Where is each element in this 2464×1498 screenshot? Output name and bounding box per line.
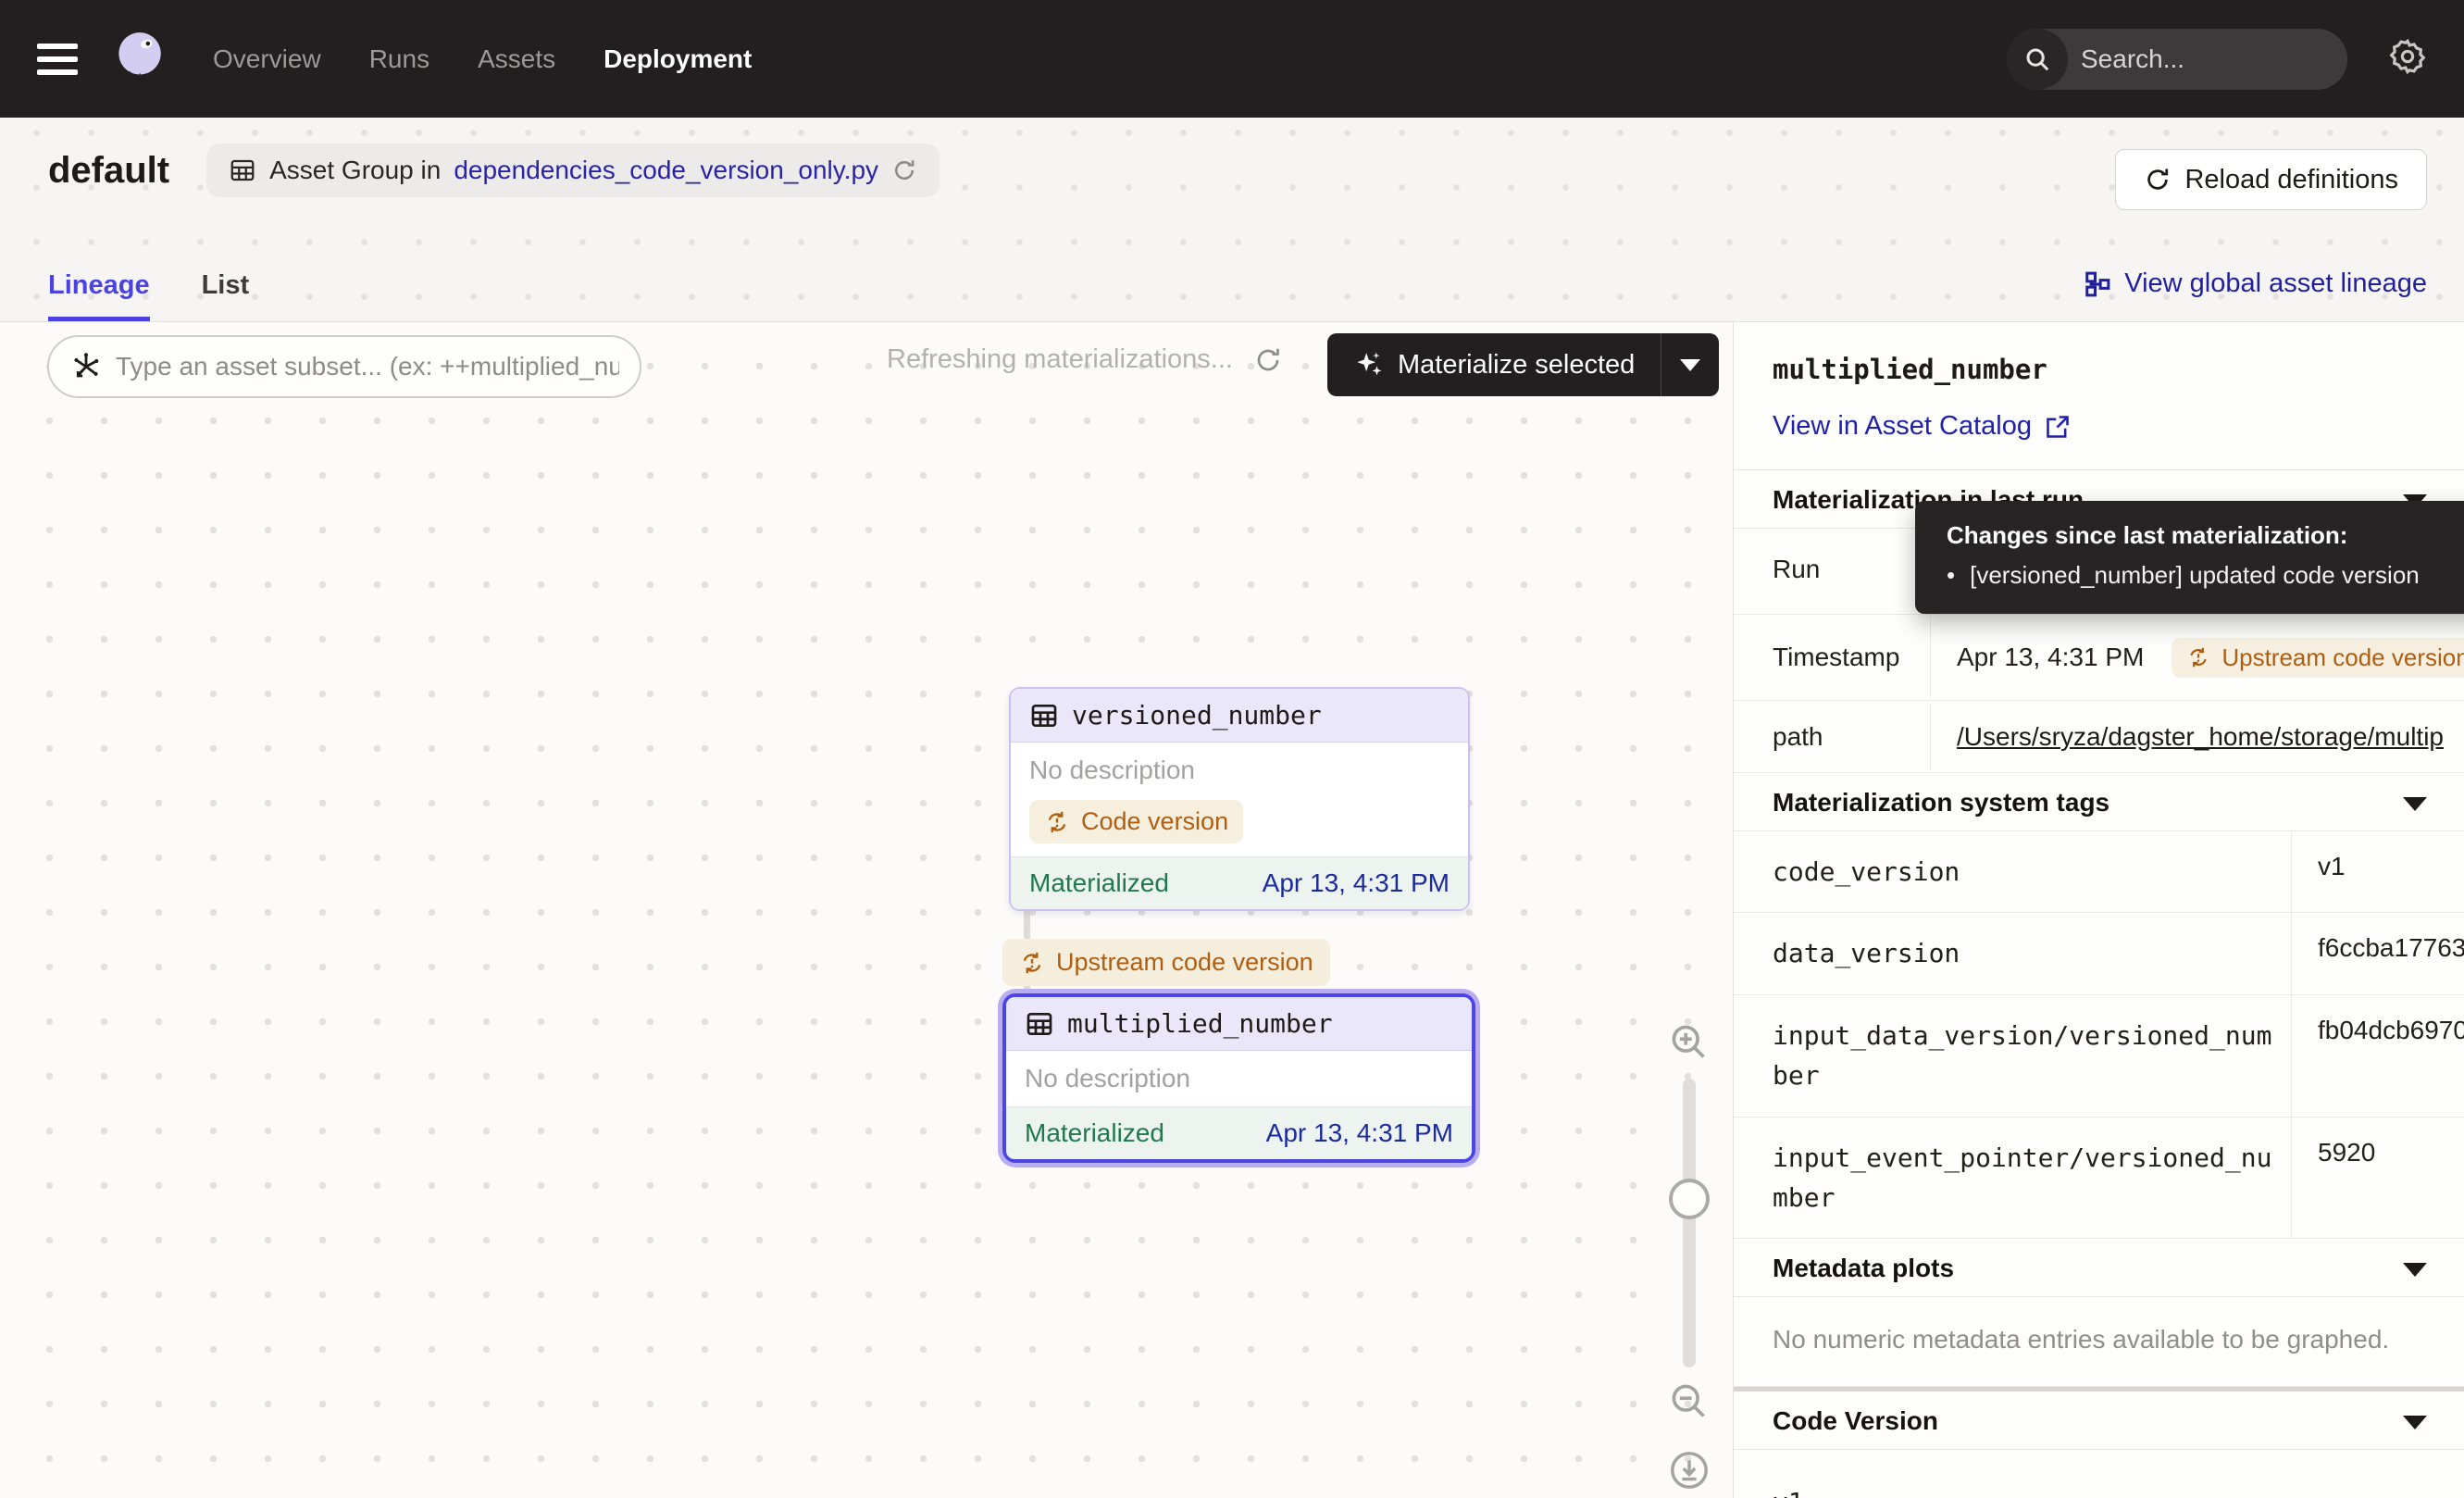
panel-asset-title: multiplied_number xyxy=(1773,354,2429,385)
refresh-materializations-icon[interactable] xyxy=(1253,345,1283,375)
refresh-icon xyxy=(2144,166,2172,193)
upstream-code-version-tag[interactable]: Upstream code version xyxy=(1002,939,1330,986)
nav-item-deployment[interactable]: Deployment xyxy=(604,44,752,74)
changes-tooltip: Changes since last materialization: • [v… xyxy=(1915,501,2464,614)
materialized-status: Materialized xyxy=(1025,1118,1164,1148)
table-row: data_version f6ccba177638 xyxy=(1734,913,2464,994)
nav-items: Overview Runs Assets Deployment xyxy=(213,44,752,74)
materialize-split-button: Materialize selected xyxy=(1327,333,1719,396)
timestamp-value: Apr 13, 4:31 PM xyxy=(1957,643,2144,672)
materialize-selected-button[interactable]: Materialize selected xyxy=(1327,333,1661,396)
code-version-changed-icon xyxy=(2186,645,2210,669)
code-version-value: v1 xyxy=(1734,1450,2464,1498)
asset-group-badge-text: Asset Group in xyxy=(269,156,441,185)
section-code-version[interactable]: Code Version xyxy=(1734,1392,2464,1450)
storage-path-link[interactable]: /Users/sryza/dagster_home/storage/multip xyxy=(1957,722,2444,752)
search-icon xyxy=(2007,29,2068,90)
table-row: code_version v1 xyxy=(1734,831,2464,913)
code-version-tag[interactable]: Code version xyxy=(1029,800,1243,843)
asset-description: No description xyxy=(1025,1064,1453,1093)
code-file-link[interactable]: dependencies_code_version_only.py xyxy=(454,156,878,185)
table-row: input_data_version/versioned_number fb04… xyxy=(1734,995,2464,1117)
sparkle-icon xyxy=(1353,349,1385,381)
top-nav: Overview Runs Assets Deployment / xyxy=(0,0,2464,118)
table-grid-icon xyxy=(229,156,256,184)
search-box[interactable]: / xyxy=(2007,29,2347,90)
materialized-timestamp: Apr 13, 4:31 PM xyxy=(1263,868,1450,898)
asset-description: No description xyxy=(1029,755,1450,785)
zoom-out-icon[interactable] xyxy=(1668,1380,1709,1426)
asset-name: multiplied_number xyxy=(1067,1008,1333,1039)
settings-gear-icon[interactable] xyxy=(2388,37,2427,81)
view-in-asset-catalog-link[interactable]: View in Asset Catalog xyxy=(1773,411,2429,442)
tooltip-title: Changes since last materialization: xyxy=(1947,521,2464,550)
op-selection-icon xyxy=(69,350,103,383)
reload-definitions-button[interactable]: Reload definitions xyxy=(2115,149,2427,210)
asset-node-versioned-number[interactable]: versioned_number No description Code ver… xyxy=(1009,687,1470,911)
asset-node-multiplied-number[interactable]: multiplied_number No description Materia… xyxy=(1002,993,1475,1163)
hamburger-menu-icon[interactable] xyxy=(37,44,78,75)
zoom-slider-track[interactable] xyxy=(1683,1079,1696,1367)
code-version-changed-icon xyxy=(1019,950,1045,976)
table-row: input_event_pointer/versioned_number 592… xyxy=(1734,1117,2464,1240)
nav-item-assets[interactable]: Assets xyxy=(478,44,555,74)
dagster-logo-icon[interactable] xyxy=(107,29,168,90)
chevron-down-icon xyxy=(1680,359,1700,371)
download-image-icon[interactable] xyxy=(1668,1449,1711,1496)
materialized-status: Materialized xyxy=(1029,868,1169,898)
view-global-asset-lineage-link[interactable]: View global asset lineage xyxy=(2084,268,2427,299)
table-grid-icon xyxy=(1029,701,1059,730)
chevron-down-icon xyxy=(2403,797,2427,811)
materialized-timestamp: Apr 13, 4:31 PM xyxy=(1266,1118,1453,1148)
lineage-graph-icon xyxy=(2084,270,2111,298)
main-content: Refreshing materializations... Materiali… xyxy=(0,322,2464,1498)
search-input[interactable] xyxy=(2068,44,2347,74)
nav-item-overview[interactable]: Overview xyxy=(213,44,321,74)
zoom-slider-handle[interactable] xyxy=(1669,1179,1710,1219)
table-grid-icon xyxy=(1025,1009,1054,1039)
section-metadata-plots[interactable]: Metadata plots xyxy=(1734,1239,2464,1297)
asset-group-badge[interactable]: Asset Group in dependencies_code_version… xyxy=(206,144,940,197)
tab-list[interactable]: List xyxy=(202,270,250,321)
tooltip-item: • [versioned_number] updated code versio… xyxy=(1947,561,2464,590)
section-materialization-system-tags[interactable]: Materialization system tags xyxy=(1734,773,2464,831)
page-title: default xyxy=(48,150,169,192)
nav-item-runs[interactable]: Runs xyxy=(369,44,429,74)
chevron-down-icon xyxy=(2403,1416,2427,1429)
table-row: Timestamp Apr 13, 4:31 PM Upstream code … xyxy=(1734,615,2464,701)
asset-subset-input[interactable] xyxy=(116,352,619,381)
page-header: default Asset Group in dependencies_code… xyxy=(0,118,2464,322)
external-link-icon xyxy=(2045,414,2071,440)
materialize-options-dropdown[interactable] xyxy=(1661,333,1719,396)
asset-detail-panel: multiplied_number View in Asset Catalog … xyxy=(1733,322,2464,1498)
view-tabs: Lineage List xyxy=(48,270,249,321)
asset-name: versioned_number xyxy=(1072,700,1322,730)
code-version-changed-icon xyxy=(1044,809,1070,835)
zoom-in-icon[interactable] xyxy=(1668,1021,1709,1067)
refreshing-status: Refreshing materializations... xyxy=(887,344,1283,375)
chevron-down-icon xyxy=(2403,1263,2427,1277)
reload-group-icon[interactable] xyxy=(891,157,917,183)
asset-subset-filter[interactable] xyxy=(47,335,641,398)
table-row: path /Users/sryza/dagster_home/storage/m… xyxy=(1734,701,2464,773)
tab-lineage[interactable]: Lineage xyxy=(48,270,150,321)
upstream-code-version-tag[interactable]: Upstream code version xyxy=(2172,638,2464,678)
metadata-plots-empty-message: No numeric metadata entries available to… xyxy=(1734,1297,2464,1387)
